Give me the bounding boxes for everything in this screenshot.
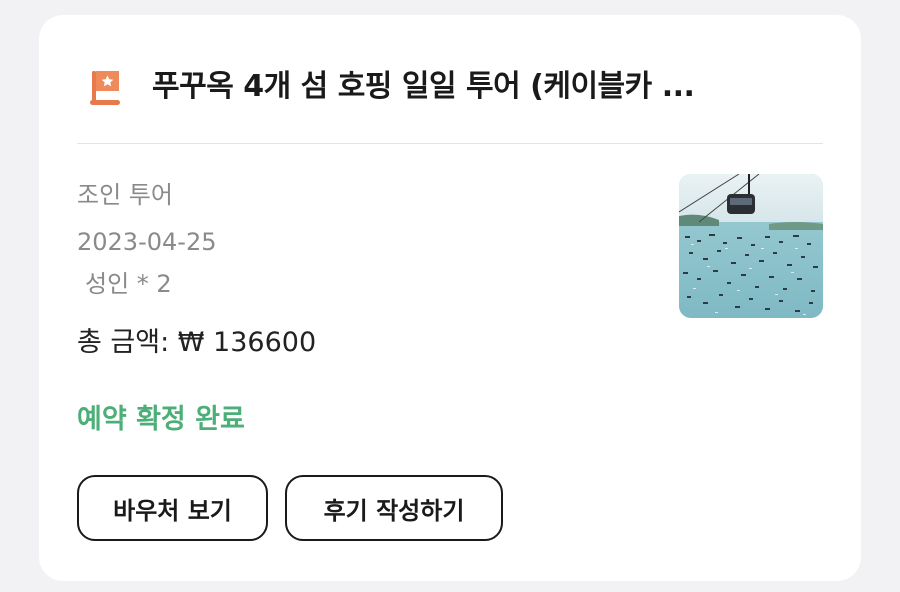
total-amount: 총 금액: ₩ 136600 <box>77 327 317 358</box>
header-divider <box>77 143 823 144</box>
booking-status: 예약 확정 완료 <box>77 404 245 435</box>
booking-card: 푸꾸옥 4개 섬 호핑 일일 투어 (케이블카 ... 조인 투어 2023-0… <box>39 15 861 581</box>
tour-people-count: 성인 * 2 <box>85 270 172 298</box>
tour-thumbnail[interactable] <box>679 174 823 318</box>
cable-car-photo <box>679 174 823 318</box>
view-voucher-button[interactable]: 바우처 보기 <box>77 475 268 541</box>
tour-date: 2023-04-25 <box>77 228 217 256</box>
write-review-button[interactable]: 후기 작성하기 <box>285 475 503 541</box>
booking-header: 푸꾸옥 4개 섬 호핑 일일 투어 (케이블카 ... <box>39 15 861 145</box>
flag-icon <box>89 67 123 107</box>
tour-type: 조인 투어 <box>77 181 173 209</box>
tour-title[interactable]: 푸꾸옥 4개 섬 호핑 일일 투어 (케이블카 ... <box>152 67 822 107</box>
